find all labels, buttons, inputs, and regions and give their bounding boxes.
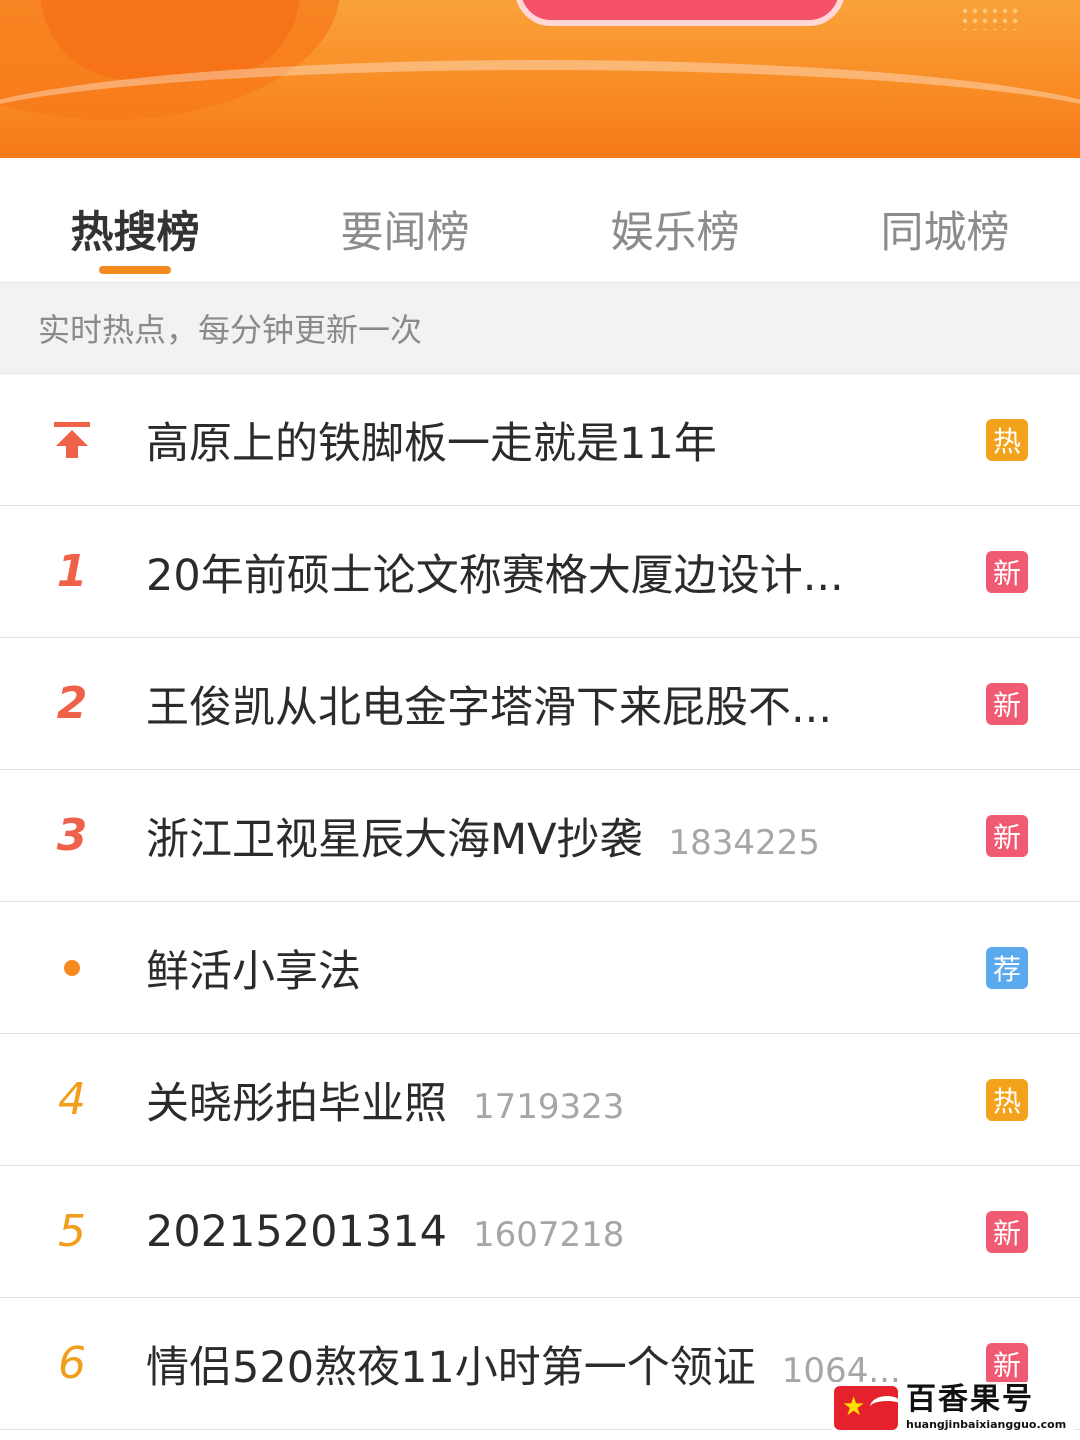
item-text: 20215201314 1607218 xyxy=(146,1207,930,1257)
tab-entertainment[interactable]: 娱乐榜 xyxy=(540,158,810,282)
top-banner xyxy=(0,0,1080,158)
item-title: 浙江卫视星辰大海MV抄袭 xyxy=(146,814,643,865)
hot-badge: 热 xyxy=(986,1078,1028,1121)
item-text: 20年前硕士论文称赛格大厦边设计... xyxy=(146,541,930,603)
banner-title-graphic xyxy=(515,0,845,26)
watermark-url: huangjinbaixiangguo.com xyxy=(906,1418,1067,1431)
item-text: 浙江卫视星辰大海MV抄袭 1834225 xyxy=(146,805,930,867)
hot-badge: 热 xyxy=(986,418,1028,461)
item-title: 情侣520熬夜11小时第一个领证 xyxy=(146,1342,756,1393)
banner-dots xyxy=(960,6,1020,30)
item-title: 关晓彤拍毕业照 xyxy=(146,1078,447,1129)
rank-number: 1 xyxy=(56,546,88,597)
rank-number: 4 xyxy=(58,1074,86,1125)
item-title: 王俊凯从北电金字塔滑下来屁股不... xyxy=(146,682,833,733)
list-item[interactable]: 5 20215201314 1607218 新 xyxy=(0,1166,1080,1298)
list-item[interactable]: 1 20年前硕士论文称赛格大厦边设计... 新 xyxy=(0,506,1080,638)
promoted-dot-icon xyxy=(64,959,80,976)
item-title: 高原上的铁脚板一走就是11年 xyxy=(146,418,717,469)
item-title: 20年前硕士论文称赛格大厦边设计... xyxy=(146,550,844,601)
search-count: 1607218 xyxy=(472,1214,625,1255)
rank-number: 6 xyxy=(58,1338,86,1389)
search-count: 1719323 xyxy=(473,1086,625,1127)
banner-swoosh xyxy=(0,60,1080,158)
search-count: 1834225 xyxy=(668,822,820,863)
rank-number: 3 xyxy=(56,810,88,861)
new-badge: 新 xyxy=(986,550,1028,593)
tab-label: 同城榜 xyxy=(880,208,1010,258)
item-text: 关晓彤拍毕业照 1719323 xyxy=(146,1069,930,1131)
tab-news[interactable]: 要闻榜 xyxy=(270,158,540,282)
list-item[interactable]: 3 浙江卫视星辰大海MV抄袭 1834225 新 xyxy=(0,770,1080,902)
item-title: 鲜活小享法 xyxy=(146,946,361,997)
list-item[interactable]: 鲜活小享法 荐 xyxy=(0,902,1080,1034)
rank-number: 5 xyxy=(58,1206,86,1257)
hot-search-list: 高原上的铁脚板一走就是11年 热 1 20年前硕士论文称赛格大厦边设计... 新… xyxy=(0,374,1080,1430)
item-text: 鲜活小享法 xyxy=(146,937,930,999)
tab-hot-search[interactable]: 热搜榜 xyxy=(0,158,270,282)
item-title: 20215201314 xyxy=(146,1206,447,1257)
tab-label: 要闻榜 xyxy=(340,208,470,258)
list-item[interactable]: 高原上的铁脚板一走就是11年 热 xyxy=(0,374,1080,506)
tab-label: 娱乐榜 xyxy=(610,208,740,258)
watermark: ★ 百香果号 huangjinbaixiangguo.com xyxy=(832,1382,1074,1440)
wing-icon xyxy=(870,1396,898,1418)
item-text: 情侣520熬夜11小时第一个领证 1064... xyxy=(146,1333,930,1395)
update-notice-text: 实时热点，每分钟更新一次 xyxy=(38,311,423,349)
new-badge: 新 xyxy=(986,682,1028,725)
new-badge: 新 xyxy=(986,814,1028,857)
watermark-text: 百香果号 huangjinbaixiangguo.com xyxy=(906,1382,1066,1432)
active-tab-indicator xyxy=(99,266,171,274)
list-item[interactable]: 4 关晓彤拍毕业照 1719323 热 xyxy=(0,1034,1080,1166)
item-text: 王俊凯从北电金字塔滑下来屁股不... xyxy=(146,673,930,735)
rank-number: 2 xyxy=(56,678,88,729)
pinned-top-icon xyxy=(54,422,90,458)
tab-local[interactable]: 同城榜 xyxy=(810,158,1080,282)
watermark-logo-icon: ★ xyxy=(834,1386,898,1430)
new-badge: 新 xyxy=(986,1342,1028,1385)
watermark-name: 百香果号 xyxy=(906,1382,1034,1417)
tab-label: 热搜榜 xyxy=(70,208,200,258)
update-notice: 实时热点，每分钟更新一次 xyxy=(0,282,1080,374)
item-text: 高原上的铁脚板一走就是11年 xyxy=(146,409,930,471)
star-icon: ★ xyxy=(842,1392,866,1422)
list-item[interactable]: 2 王俊凯从北电金字塔滑下来屁股不... 新 xyxy=(0,638,1080,770)
recommend-badge: 荐 xyxy=(986,946,1028,989)
ranking-tabs: 热搜榜 要闻榜 娱乐榜 同城榜 xyxy=(0,158,1080,282)
new-badge: 新 xyxy=(986,1210,1028,1253)
